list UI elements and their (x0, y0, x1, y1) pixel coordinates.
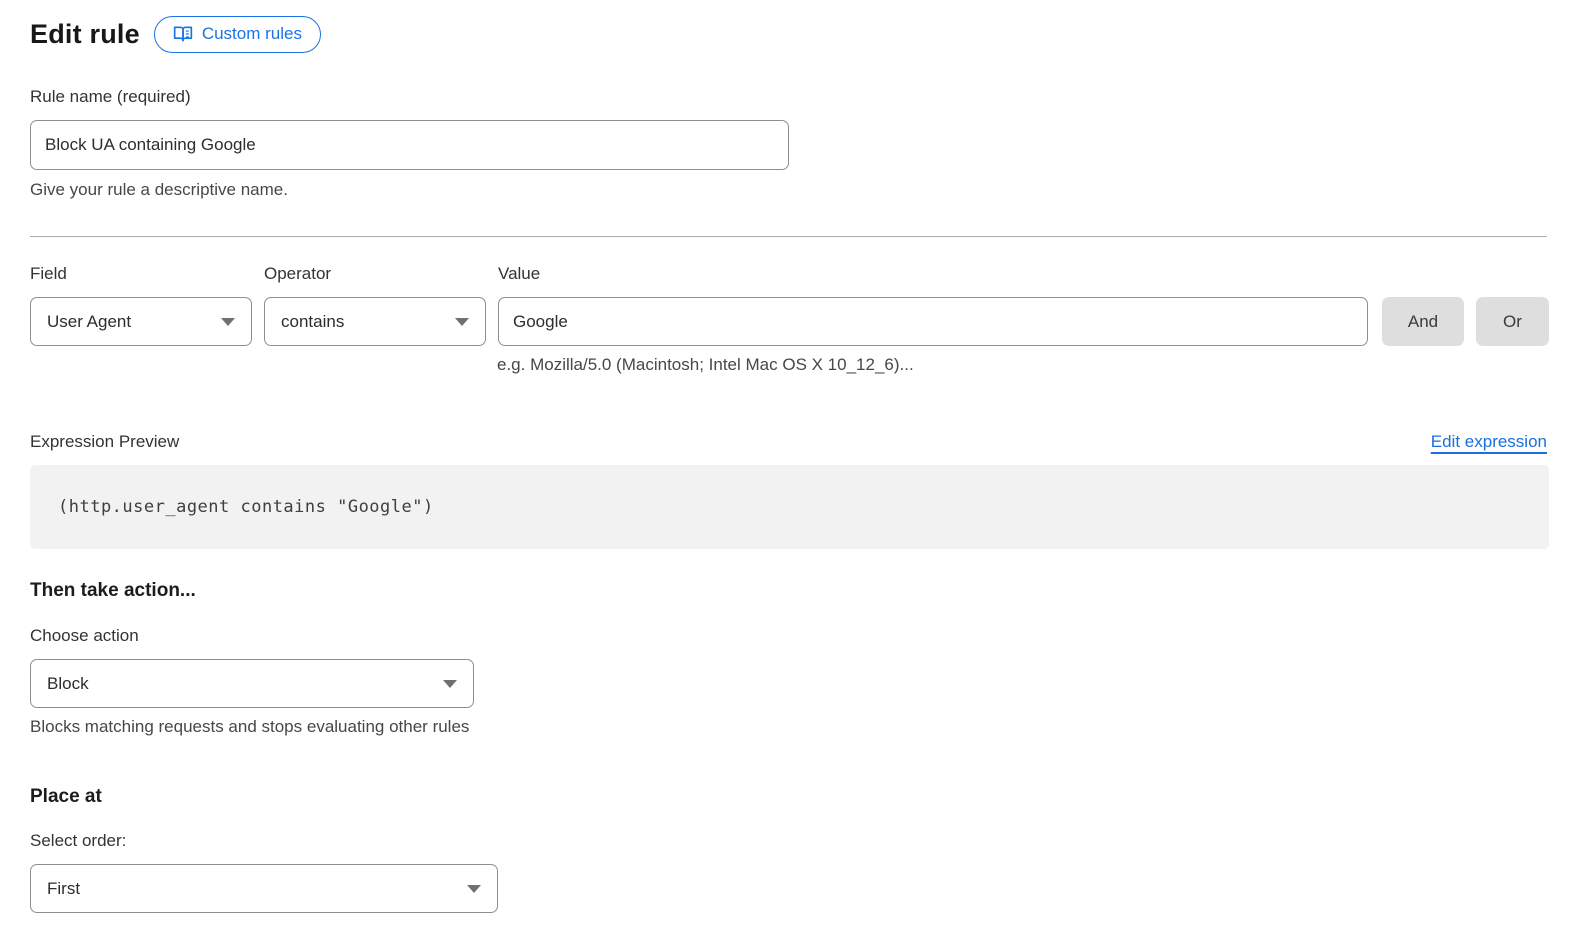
chevron-down-icon (221, 318, 235, 326)
expression-header: Expression Preview Edit expression (30, 432, 1547, 452)
chevron-down-icon (443, 680, 457, 688)
or-button[interactable]: Or (1476, 297, 1549, 346)
chevron-down-icon (455, 318, 469, 326)
custom-rules-button[interactable]: Custom rules (154, 16, 321, 53)
field-select-value: User Agent (47, 312, 131, 332)
field-column: Field User Agent (30, 264, 252, 346)
expression-code-block: (http.user_agent contains "Google") (30, 465, 1549, 549)
operator-select[interactable]: contains (264, 297, 486, 346)
value-column: Value (498, 264, 1368, 346)
field-select[interactable]: User Agent (30, 297, 252, 346)
place-at-heading: Place at (30, 786, 1557, 808)
expression-section: Expression Preview Edit expression (http… (30, 432, 1557, 549)
action-select-value: Block (47, 674, 89, 694)
page-title: Edit rule (30, 19, 140, 50)
field-label: Field (30, 264, 252, 284)
expression-code: (http.user_agent contains "Google") (58, 497, 434, 517)
order-select-value: First (47, 879, 80, 899)
rule-name-helper: Give your rule a descriptive name. (30, 180, 1557, 200)
rule-name-section: Rule name (required) Give your rule a de… (30, 87, 1557, 200)
edit-rule-page: Edit rule Custom rules Rule name (requir… (0, 0, 1587, 913)
operator-column: Operator contains (264, 264, 486, 346)
open-book-icon (173, 24, 193, 44)
page-header: Edit rule Custom rules (30, 14, 1557, 54)
chevron-down-icon (467, 885, 481, 893)
rule-name-input[interactable] (30, 120, 789, 170)
condition-section: Field User Agent Operator contains Value… (30, 264, 1557, 375)
expression-preview-label: Expression Preview (30, 432, 179, 452)
section-divider (30, 236, 1547, 237)
rule-name-label: Rule name (required) (30, 87, 1557, 107)
select-order-label: Select order: (30, 831, 1557, 851)
order-select[interactable]: First (30, 864, 498, 913)
choose-action-label: Choose action (30, 626, 1557, 646)
edit-expression-link[interactable]: Edit expression (1431, 432, 1547, 452)
action-heading: Then take action... (30, 580, 1557, 602)
and-button[interactable]: And (1382, 297, 1464, 346)
action-select[interactable]: Block (30, 659, 474, 708)
operator-select-value: contains (281, 312, 344, 332)
value-input[interactable] (498, 297, 1368, 346)
placement-section: Place at Select order: First (30, 786, 1557, 913)
condition-row: Field User Agent Operator contains Value… (30, 264, 1557, 346)
value-helper: e.g. Mozilla/5.0 (Macintosh; Intel Mac O… (497, 355, 1557, 375)
value-label: Value (498, 264, 1368, 284)
action-section: Then take action... Choose action Block … (30, 580, 1557, 737)
custom-rules-button-label: Custom rules (202, 24, 302, 44)
action-helper: Blocks matching requests and stops evalu… (30, 717, 1557, 737)
operator-label: Operator (264, 264, 486, 284)
